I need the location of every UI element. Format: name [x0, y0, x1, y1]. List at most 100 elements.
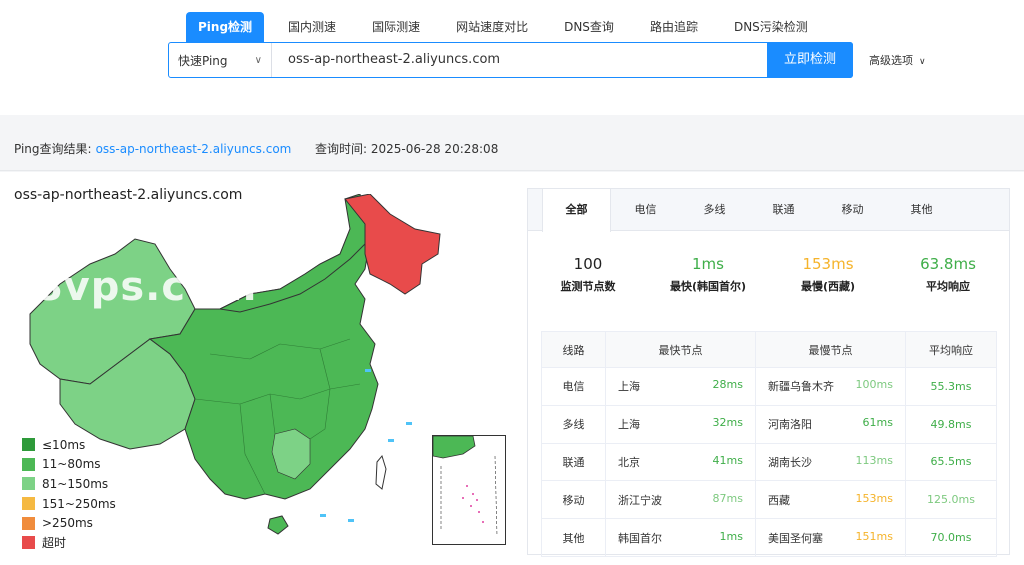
- cell-average: 65.5ms: [905, 442, 997, 482]
- stat-value: 100: [573, 255, 603, 273]
- legend-item: >250ms: [22, 513, 116, 533]
- stat-value: 63.8ms: [920, 255, 976, 273]
- south-china-sea-inset: [432, 435, 506, 545]
- mode-select[interactable]: 快速Ping ∨: [169, 43, 272, 77]
- table-row: 多线 上海 32ms 河南洛阳 61ms 49.8ms: [541, 404, 997, 444]
- summary-stats: 100 监测节点数 1ms 最快(韩国首尔) 153ms 最慢(西藏) 63.8…: [528, 255, 1011, 294]
- mode-select-value: 快速Ping: [178, 53, 228, 68]
- cell-slowest: 西藏 153ms: [755, 480, 906, 520]
- legend-swatch: [22, 477, 35, 491]
- col-average: 平均响应: [905, 331, 997, 368]
- cell-fastest: 韩国首尔 1ms: [605, 518, 756, 557]
- stat-average: 63.8ms 平均响应: [888, 255, 1008, 294]
- host-input[interactable]: [272, 43, 767, 77]
- tab-ping[interactable]: Ping检测: [186, 12, 265, 42]
- stat-label: 平均响应: [926, 280, 970, 293]
- fastest-ms: 28ms: [712, 378, 743, 392]
- stat-label: 最快(韩国首尔): [669, 280, 747, 293]
- slowest-node: 西藏: [768, 493, 790, 507]
- fastest-node: 上海: [618, 418, 640, 432]
- isp-tabs: 全部 电信 多线 联通 移动 其他: [528, 189, 1009, 232]
- map-legend: ≤10ms 11~80ms 81~150ms 151~250ms >250ms …: [22, 435, 116, 553]
- result-label-row: Ping查询结果: oss-ap-northeast-2.aliyuncs.com: [14, 140, 291, 157]
- isp-results-table: 线路 最快节点 最慢节点 平均响应 电信 上海 28ms 新疆乌鲁木齐 100ms 55.…: [541, 331, 997, 557]
- slowest-node: 美国圣何塞: [768, 531, 823, 545]
- stat-value: 1ms: [692, 255, 724, 273]
- tab-mobile[interactable]: 移动: [818, 189, 887, 230]
- tab-multiline[interactable]: 多线: [680, 189, 749, 230]
- fastest-node: 北京: [618, 455, 640, 469]
- result-host-link[interactable]: oss-ap-northeast-2.aliyuncs.com: [96, 142, 292, 156]
- stat-node-count: 100 监测节点数: [528, 255, 648, 294]
- chevron-down-icon: ∨: [254, 54, 262, 66]
- legend-swatch: [22, 497, 35, 511]
- cell-line: 其他: [541, 518, 606, 557]
- inset-map: [432, 435, 498, 537]
- top-header: Ping检测 国内测速 国际测速 网站速度对比 DNS查询 路由追踪 DNS污染…: [0, 0, 1024, 115]
- stat-slowest: 153ms 最慢(西藏): [768, 255, 888, 294]
- tab-dns-pollution[interactable]: DNS污染检测: [722, 12, 820, 42]
- tab-site-compare[interactable]: 网站速度对比: [444, 12, 540, 42]
- tab-other[interactable]: 其他: [887, 189, 956, 230]
- cell-fastest: 北京 41ms: [605, 442, 756, 482]
- table-row: 其他 韩国首尔 1ms 美国圣何塞 151ms 70.0ms: [541, 518, 997, 557]
- region-taiwan: [375, 454, 387, 490]
- watermark: 18vps.com: [6, 264, 258, 310]
- table-row: 移动 浙江宁波 87ms 西藏 153ms 125.0ms: [541, 480, 997, 520]
- submit-button[interactable]: 立即检测: [767, 42, 853, 78]
- legend-swatch: [22, 438, 35, 452]
- legend-item: 11~80ms: [22, 455, 116, 475]
- cell-slowest: 美国圣何塞 151ms: [755, 518, 906, 557]
- cell-fastest: 上海 28ms: [605, 367, 756, 406]
- advanced-options[interactable]: 高级选项 ∨: [869, 52, 926, 68]
- main-content: oss-ap-northeast-2.aliyuncs.com 18vps.co…: [0, 172, 1024, 565]
- stat-fastest: 1ms 最快(韩国首尔): [648, 255, 768, 294]
- tool-tabs: Ping检测 国内测速 国际测速 网站速度对比 DNS查询 路由追踪 DNS污染…: [186, 12, 832, 42]
- tab-traceroute[interactable]: 路由追踪: [638, 12, 710, 42]
- cell-line: 电信: [541, 367, 606, 406]
- fastest-node: 上海: [618, 380, 640, 394]
- legend-item: 151~250ms: [22, 494, 116, 514]
- col-line: 线路: [541, 331, 606, 368]
- query-time-label: 查询时间:: [315, 142, 368, 156]
- cell-fastest: 上海 32ms: [605, 404, 756, 444]
- legend-item: ≤10ms: [22, 435, 116, 455]
- tab-dns-query[interactable]: DNS查询: [552, 12, 626, 42]
- legend-label: 11~80ms: [42, 457, 101, 472]
- legend-swatch: [22, 457, 35, 471]
- advanced-options-label: 高级选项: [869, 54, 913, 67]
- query-time: 查询时间: 2025-06-28 20:28:08: [315, 140, 498, 157]
- legend-label: 151~250ms: [42, 496, 116, 511]
- fastest-ms: 1ms: [719, 529, 743, 543]
- slowest-ms: 151ms: [855, 529, 893, 543]
- cell-slowest: 新疆乌鲁木齐 100ms: [755, 367, 906, 406]
- slowest-ms: 61ms: [862, 416, 893, 430]
- legend-label: 81~150ms: [42, 476, 109, 491]
- tab-telecom[interactable]: 电信: [611, 189, 680, 230]
- tab-all[interactable]: 全部: [542, 189, 611, 232]
- legend-swatch: [22, 516, 35, 530]
- fastest-node: 浙江宁波: [618, 493, 662, 507]
- col-slowest: 最慢节点: [755, 331, 906, 368]
- fastest-node: 韩国首尔: [618, 531, 662, 545]
- tab-domestic-speed[interactable]: 国内测速: [276, 12, 348, 42]
- legend-label: ≤10ms: [42, 437, 86, 452]
- fastest-ms: 41ms: [712, 453, 743, 467]
- tab-unicom[interactable]: 联通: [749, 189, 818, 230]
- legend-swatch: [22, 536, 35, 550]
- slowest-node: 河南洛阳: [768, 418, 812, 432]
- slowest-node: 湖南长沙: [768, 455, 812, 469]
- fastest-ms: 32ms: [712, 416, 743, 430]
- fastest-ms: 87ms: [712, 491, 743, 505]
- cell-average: 125.0ms: [905, 480, 997, 520]
- tab-international-speed[interactable]: 国际测速: [360, 12, 432, 42]
- cell-fastest: 浙江宁波 87ms: [605, 480, 756, 520]
- cell-line: 移动: [541, 480, 606, 520]
- stat-label: 监测节点数: [560, 280, 616, 293]
- cell-average: 49.8ms: [905, 404, 997, 444]
- result-bar: Ping查询结果: oss-ap-northeast-2.aliyuncs.com…: [0, 123, 1024, 171]
- stat-label: 最慢(西藏): [800, 280, 856, 293]
- result-label: Ping查询结果:: [14, 142, 92, 156]
- cell-line: 多线: [541, 404, 606, 444]
- cell-average: 55.3ms: [905, 367, 997, 406]
